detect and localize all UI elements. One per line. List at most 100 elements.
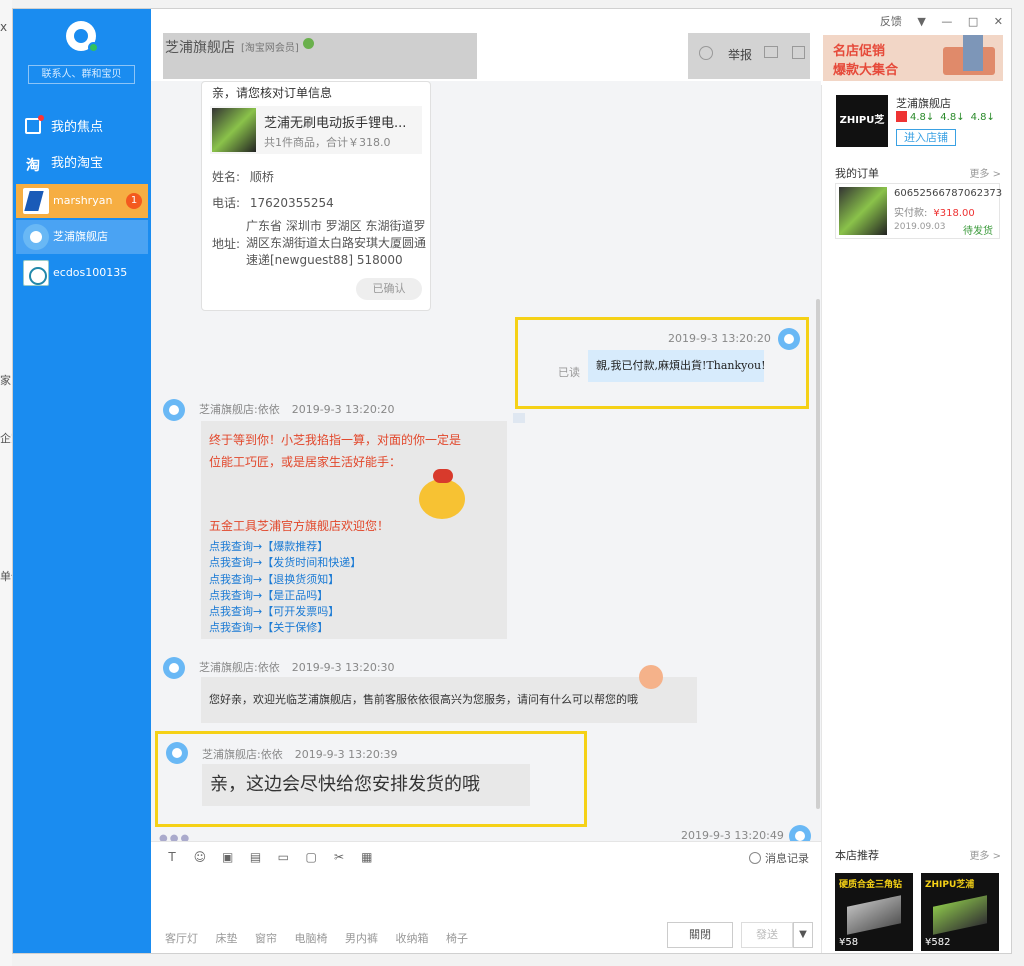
screen: x 家 企家 单仿 联系人、群和宝贝 我的焦点 淘我的淘宝 marshryan … xyxy=(0,0,1024,966)
chat-window: 联系人、群和宝贝 我的焦点 淘我的淘宝 marshryan 1 芝浦旗舰店 ec… xyxy=(12,8,1012,954)
sidebar-item-taobao[interactable]: 淘我的淘宝 xyxy=(25,153,145,175)
title-bar: 芝浦旗舰店 [淘宝网会员] 举报 名店促销 爆款大集合 反馈 ▼ — □ ✕ xyxy=(151,9,1011,85)
message-bubble: 终于等到你！小芝我掐指一算，对面的你一定是 位能工巧匠，或是居家生活好能手： 五… xyxy=(201,421,507,639)
message-bubble: 親,我已付款,麻煩出貨!Thankyou! xyxy=(588,350,765,382)
emoji-icon[interactable]: ☺ xyxy=(193,850,207,864)
typing-indicator: ●●● xyxy=(159,833,192,841)
message-history-button[interactable]: 消息记录 xyxy=(749,850,809,866)
minimize-icon[interactable]: — xyxy=(941,15,952,28)
message-list[interactable]: 亲，请您核对订单信息 芝浦无刷电动扳手锂电... 共1件商品，合计￥318.0 … xyxy=(151,81,821,841)
recommend-price: ¥58 xyxy=(839,937,859,948)
phone-label: 电话: xyxy=(212,196,241,210)
rating-value: 4.8↓ xyxy=(910,112,935,123)
order-phone-row: 电话: 17620355254 xyxy=(212,194,334,211)
enter-shop-button[interactable]: 进入店铺 xyxy=(896,129,956,146)
quick-link-invoice[interactable]: 点我查询→【可开发票吗】 xyxy=(209,604,361,620)
product-name: 芝浦无刷电动扳手锂电... xyxy=(264,116,407,131)
my-avatar[interactable] xyxy=(66,21,99,53)
recommend-item[interactable]: 硬质合金三角钻 ¥58 xyxy=(835,873,913,951)
quick-link-genuine[interactable]: 点我查询→【是正品吗】 xyxy=(209,588,361,604)
recommend-more-link[interactable]: 更多 > xyxy=(969,847,1001,862)
sidebar-item-focus[interactable]: 我的焦点 xyxy=(25,115,145,139)
recommend-item[interactable]: ZHIPU芝浦 ¥582 xyxy=(921,873,999,951)
menu-dropdown-icon[interactable]: ▼ xyxy=(917,15,925,28)
quick-links: 点我查询→【爆款推荐】 点我查询→【发货时间和快递】 点我查询→【退换货须知】 … xyxy=(209,539,361,637)
contact-avatar xyxy=(23,188,49,214)
quick-word[interactable]: 男内裤 xyxy=(345,932,378,945)
person-icon[interactable] xyxy=(699,46,713,60)
seller-avatar xyxy=(163,399,185,421)
product-thumbnail xyxy=(212,108,256,152)
quick-word[interactable]: 客厅灯 xyxy=(165,932,198,945)
quick-word[interactable]: 收纳箱 xyxy=(396,932,429,945)
comment-icon[interactable]: ▢ xyxy=(304,850,318,864)
send-options-dropdown[interactable]: ▼ xyxy=(793,922,813,948)
rating-value: 4.8↓ xyxy=(940,112,965,123)
welcome-text: 终于等到你！小芝我掐指一算，对面的你一定是 xyxy=(209,433,462,447)
chat-header: 芝浦旗舰店 [淘宝网会员] xyxy=(163,33,477,79)
order-paid: 实付款: ¥318.00 xyxy=(894,204,975,219)
quick-word[interactable]: 椅子 xyxy=(446,932,468,945)
contact-item-ecdos[interactable]: ecdos100135 xyxy=(16,256,148,290)
background-window: x 家 企家 单仿 xyxy=(0,0,12,966)
focus-icon xyxy=(25,115,44,134)
report-button[interactable]: 举报 xyxy=(728,46,752,63)
my-avatar xyxy=(789,825,811,841)
welcome-text: 位能工巧匠，或是居家生活好能手： xyxy=(209,455,402,469)
close-chat-button[interactable]: 關閉 xyxy=(667,922,733,948)
member-tag: [淘宝网会员] xyxy=(241,43,299,54)
order-product[interactable]: 芝浦无刷电动扳手锂电... 共1件商品，合计￥318.0 xyxy=(210,106,422,154)
chat-title[interactable]: 芝浦旗舰店 xyxy=(165,37,235,57)
grid-icon[interactable] xyxy=(792,46,805,59)
orders-more-link[interactable]: 更多 > xyxy=(969,165,1001,180)
history-label: 消息记录 xyxy=(765,852,809,865)
quick-word[interactable]: 电脑椅 xyxy=(295,932,328,945)
order-confirm-card: 亲，请您核对订单信息 芝浦无刷电动扳手锂电... 共1件商品，合计￥318.0 … xyxy=(201,81,431,311)
contact-item-zhipu[interactable]: 芝浦旗舰店 xyxy=(16,220,148,254)
clock-icon xyxy=(749,852,761,864)
order-card-header: 亲，请您核对订单信息 xyxy=(212,86,333,100)
input-toolbar: T ☺ ▣ ▤ ▭ ▢ ✂ ▦ xyxy=(165,850,384,868)
more-icon[interactable] xyxy=(513,413,525,423)
contact-item-marshryan[interactable]: marshryan 1 xyxy=(16,184,148,218)
recommend-price: ¥582 xyxy=(925,937,951,948)
image-icon[interactable]: ▣ xyxy=(221,850,235,864)
background-close-icon[interactable]: x xyxy=(0,20,7,34)
quick-word[interactable]: 床垫 xyxy=(216,932,238,945)
send-button[interactable]: 發送 xyxy=(741,922,793,948)
quick-word[interactable]: 窗帘 xyxy=(255,932,277,945)
receiver-phone: 17620355254 xyxy=(249,196,334,210)
read-status: 已读 xyxy=(558,366,580,379)
contact-search-input[interactable]: 联系人、群和宝贝 xyxy=(28,65,135,84)
feedback-button[interactable]: 反馈 xyxy=(880,15,902,28)
folder-icon[interactable]: ▤ xyxy=(248,850,262,864)
drill-bit-image xyxy=(847,895,901,935)
message-time: 2019-9-3 13:20:39 xyxy=(294,748,398,761)
promo-banner[interactable]: 名店促销 爆款大集合 xyxy=(823,35,1003,81)
message-meta: 芝浦旗舰店:依依 2019-9-3 13:20:39 xyxy=(202,746,398,762)
sidebar-item-label: 我的淘宝 xyxy=(51,156,104,171)
receiver-address: 广东省 深圳市 罗湖区 东湖街道罗湖区东湖街道太白路安琪大厦圆通速递[newgu… xyxy=(246,219,427,267)
message-time: 2019-9-3 13:20:49 xyxy=(681,829,784,841)
quick-link-hot[interactable]: 点我查询→【爆款推荐】 xyxy=(209,539,361,555)
message-bubble: 亲，这边会尽快给您安排发货的哦 xyxy=(202,764,530,806)
scrollbar-thumb[interactable] xyxy=(816,299,820,809)
shop-name[interactable]: 芝浦旗舰店 xyxy=(896,95,951,111)
notification-dot xyxy=(38,115,44,121)
order-name-row: 姓名: 顺桥 xyxy=(212,168,274,185)
calendar-icon[interactable]: ▦ xyxy=(360,850,374,864)
input-area[interactable]: T ☺ ▣ ▤ ▭ ▢ ✂ ▦ 消息记录 客厅灯 床垫 窗帘 电脑椅 男内裤 收… xyxy=(151,841,821,953)
quick-link-warranty[interactable]: 点我查询→【关于保修】 xyxy=(209,620,361,636)
contact-avatar xyxy=(23,224,49,250)
maximize-icon[interactable]: □ xyxy=(968,15,978,28)
shop-logo[interactable]: ZHIPU芝浦 xyxy=(836,95,888,178)
chart-icon[interactable]: ▭ xyxy=(276,850,290,864)
scissors-icon[interactable]: ✂ xyxy=(332,850,346,864)
font-icon[interactable]: T xyxy=(165,850,179,864)
quick-link-return[interactable]: 点我查询→【退换货须知】 xyxy=(209,572,361,588)
order-summary[interactable]: 60652566787062373 实付款: ¥318.00 2019.09.03… xyxy=(835,183,1002,239)
share-icon[interactable] xyxy=(764,46,778,58)
close-icon[interactable]: ✕ xyxy=(994,15,1003,28)
background-text: 企家 xyxy=(0,432,12,445)
quick-link-shipping[interactable]: 点我查询→【发货时间和快递】 xyxy=(209,555,361,571)
